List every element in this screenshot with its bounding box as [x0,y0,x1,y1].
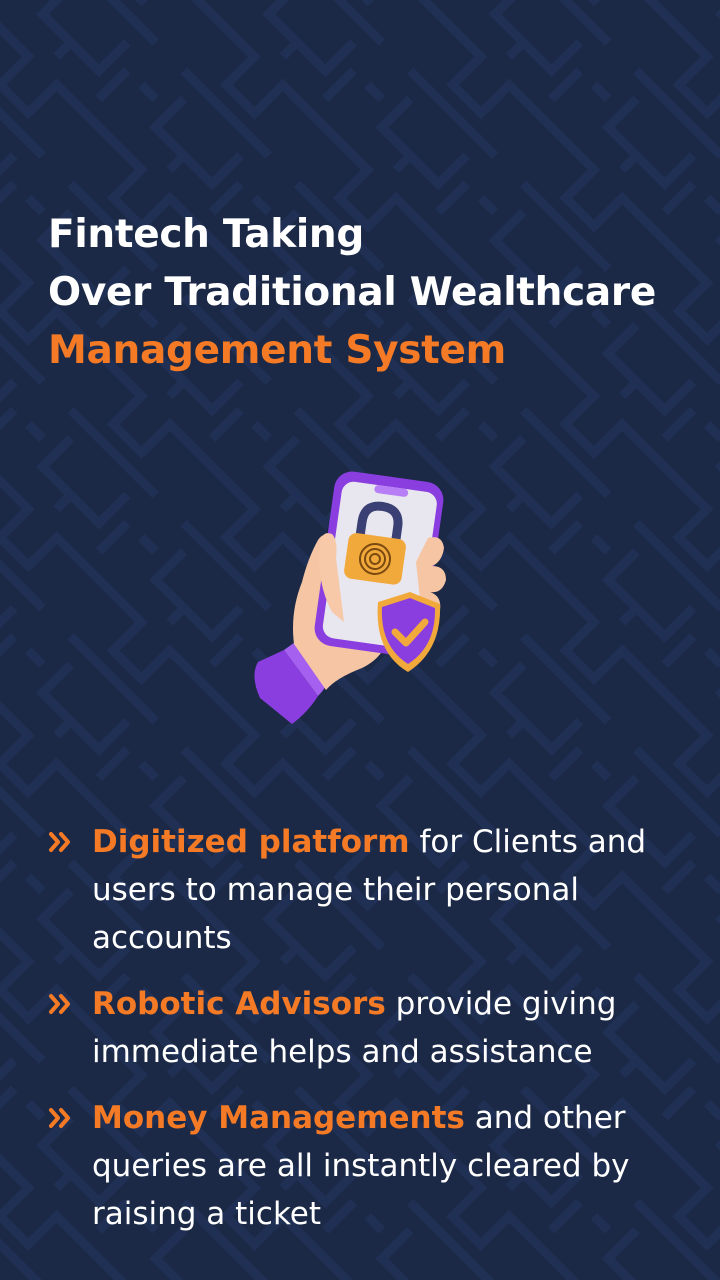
page-headline: Fintech Taking Over Traditional Wealthca… [48,206,698,380]
list-item: Money Managements and other queries are … [48,1094,688,1238]
headline-line-3: Management System [48,328,507,373]
infographic-page: Fintech Taking Over Traditional Wealthca… [0,0,720,1280]
secure-phone-illustration [254,471,446,724]
feature-list: Digitized platform for Clients and users… [48,818,688,1256]
list-item-highlight: Robotic Advisors [92,986,386,1022]
double-chevron-icon [49,994,70,1014]
list-item-text: Robotic Advisors provide giving immediat… [92,980,688,1076]
list-item-text: Digitized platform for Clients and users… [92,818,688,962]
headline-line-2: Over Traditional Wealthcare [48,270,657,315]
list-item-text: Money Managements and other queries are … [92,1094,688,1238]
headline-line-1: Fintech Taking [48,212,365,257]
list-item: Robotic Advisors provide giving immediat… [48,980,688,1076]
double-chevron-icon [49,1108,70,1128]
shield-check-icon [377,592,441,672]
list-item: Digitized platform for Clients and users… [48,818,688,962]
list-item-highlight: Money Managements [92,1100,465,1136]
double-chevron-icon [49,832,70,852]
list-item-highlight: Digitized platform [92,824,410,860]
